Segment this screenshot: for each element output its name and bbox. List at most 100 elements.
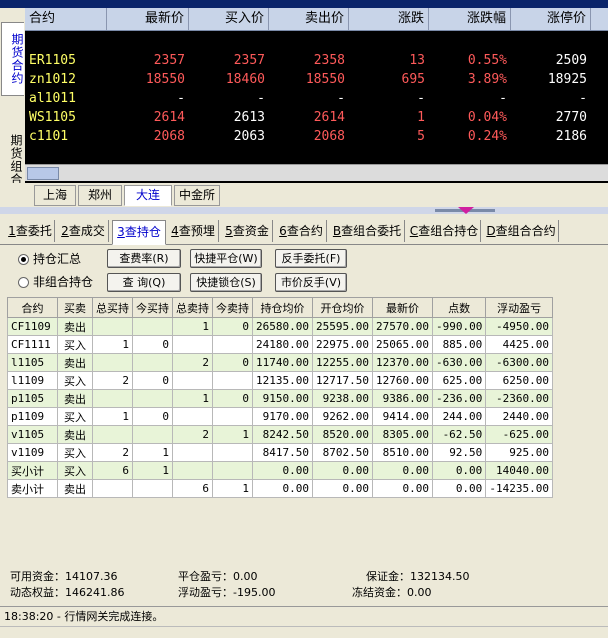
cell-total-short <box>172 407 213 426</box>
cell-side: 卖出 <box>57 425 93 444</box>
radio-label: 非组合持仓 <box>33 275 94 289</box>
header-change-pct[interactable]: 涨跌幅 <box>429 8 511 30</box>
cell-today-long: 0 <box>132 335 173 354</box>
tab-query-orders[interactable]: 1查委托 <box>6 220 55 242</box>
quick-close-button[interactable]: 快捷平仓(W) <box>190 249 262 268</box>
cell-today-long <box>132 353 173 372</box>
cell-total-long: 6 <box>92 461 133 480</box>
tab-exchange-cffex[interactable]: 中金所 <box>174 185 220 206</box>
cell-points: -62.50 <box>431 425 487 444</box>
quick-lock-button[interactable]: 快捷锁仓(S) <box>190 273 262 292</box>
header-today-long[interactable]: 今买持 <box>132 297 173 318</box>
cell-total-long <box>92 353 133 372</box>
tab-query-positions[interactable]: 3查持仓 <box>112 220 166 245</box>
cell-open-avg: 9262.00 <box>311 407 373 426</box>
account-summary: 可用资金：14107.36 平仓盈亏：0.00 保证金：132134.50 动态… <box>0 566 608 604</box>
tab-query-contracts[interactable]: 6查合约 <box>276 220 327 242</box>
quote-ask: 18550 <box>305 72 345 87</box>
table-row[interactable]: CF1111 买入 1 0 24180.00 22975.00 25065.00 885.00… <box>7 335 553 354</box>
tab-exchange-dalian[interactable]: 大连 <box>124 185 172 206</box>
quote-row[interactable]: al1011 - - - - - - <box>25 89 608 108</box>
quote-ask: - <box>337 91 345 106</box>
cell-last-price: 0.00 <box>371 479 433 498</box>
table-row[interactable]: 卖小计 卖出 6 1 0.00 0.00 0.00 0.00 -14235.00 <box>7 479 553 498</box>
cell-last-price: 9414.00 <box>371 407 433 426</box>
header-change[interactable]: 涨跌 <box>349 8 429 30</box>
quote-limit-up: 2770 <box>555 110 587 125</box>
cell-today-short: 0 <box>212 317 253 336</box>
exchange-tab-bar: 上海 郑州 大连 中金所 <box>0 183 608 208</box>
table-row[interactable]: v1105 卖出 2 1 8242.50 8520.00 8305.00 -62.50 -625… <box>7 425 553 444</box>
radio-position-summary[interactable]: 持仓汇总 <box>18 250 81 268</box>
quote-limit-up: 2186 <box>555 129 587 144</box>
cell-open-avg: 9238.00 <box>311 389 373 408</box>
scrollbar-thumb[interactable] <box>27 167 59 180</box>
table-row[interactable]: 买小计 买入 6 1 0.00 0.00 0.00 0.00 14040.00 <box>7 461 553 480</box>
quote-row[interactable]: zn1012 18550 18460 18550 695 3.89% 18925 <box>25 70 608 89</box>
header-last-price[interactable]: 最新价 <box>371 297 433 318</box>
header-contract[interactable]: 合约 <box>7 297 58 318</box>
header-open-avg[interactable]: 开仓均价 <box>311 297 373 318</box>
quote-change: 13 <box>409 53 425 68</box>
panel-splitter[interactable] <box>0 207 608 214</box>
reverse-order-button[interactable]: 反手委托(F) <box>275 249 347 268</box>
cell-side: 卖出 <box>57 317 93 336</box>
header-limit-up[interactable]: 涨停价 <box>511 8 591 30</box>
cell-contract: p1109 <box>7 407 58 426</box>
cell-today-short <box>212 443 253 462</box>
table-row[interactable]: l1109 买入 2 0 12135.00 12717.50 12760.00 625.00 6… <box>7 371 553 390</box>
tab-key: 6 <box>279 224 287 238</box>
collapse-arrow-icon[interactable] <box>458 207 474 214</box>
tab-query-combo-contracts[interactable]: D查组合合约 <box>484 220 559 242</box>
header-bid[interactable]: 买入价 <box>189 8 269 30</box>
quote-row[interactable]: WS1105 2614 2613 2614 1 0.04% 2770 <box>25 108 608 127</box>
table-row[interactable]: CF1109 卖出 1 0 26580.00 25595.00 27570.00 -990.0… <box>7 317 553 336</box>
tab-label: 查合约 <box>286 224 323 238</box>
header-today-short[interactable]: 今卖持 <box>212 297 253 318</box>
header-total-short[interactable]: 总卖持 <box>172 297 213 318</box>
table-row[interactable]: l1105 卖出 2 0 11740.00 12255.00 12370.00 -630.00… <box>7 353 553 372</box>
cell-float-pl: 2440.00 <box>485 407 553 426</box>
tab-futures-combos[interactable]: 期货组合 <box>1 130 23 190</box>
cell-side: 买入 <box>57 335 93 354</box>
cell-today-long: 0 <box>132 407 173 426</box>
tab-label: 查资金 <box>232 224 269 238</box>
cell-position-avg: 0.00 <box>252 461 313 480</box>
cell-total-short <box>172 371 213 390</box>
tab-query-preset[interactable]: 4查预埋 <box>168 220 219 242</box>
table-row[interactable]: p1109 买入 1 0 9170.00 9262.00 9414.00 244.00 2440… <box>7 407 553 426</box>
query-fee-button[interactable]: 查费率(R) <box>107 249 181 268</box>
cell-position-avg: 11740.00 <box>252 353 313 372</box>
cell-last-price: 8510.00 <box>371 443 433 462</box>
header-last[interactable]: 最新价 <box>107 8 189 30</box>
cell-total-long <box>92 317 133 336</box>
quote-row[interactable]: ER1105 2357 2357 2358 13 0.55% 2509 <box>25 51 608 70</box>
header-position-avg[interactable]: 持仓均价 <box>252 297 313 318</box>
tab-query-combo-positions[interactable]: C查组合持仓 <box>408 220 481 242</box>
radio-non-combo-positions[interactable]: 非组合持仓 <box>18 273 93 291</box>
tab-query-trades[interactable]: 2查成交 <box>58 220 109 242</box>
market-reverse-button[interactable]: 市价反手(V) <box>275 273 347 292</box>
tab-query-combo-orders[interactable]: B查组合委托 <box>330 220 405 242</box>
query-button[interactable]: 查 询(Q) <box>107 273 181 292</box>
horizontal-scrollbar[interactable] <box>25 164 608 181</box>
quote-row[interactable]: c1101 2068 2063 2068 5 0.24% 2186 <box>25 127 608 146</box>
header-float-pl[interactable]: 浮动盈亏 <box>485 297 553 318</box>
tab-query-funds[interactable]: 5查资金 <box>222 220 273 242</box>
cell-total-long: 1 <box>92 407 133 426</box>
header-contract[interactable]: 合约 <box>25 8 107 30</box>
tab-key: 3 <box>117 225 125 239</box>
header-side[interactable]: 买卖 <box>57 297 93 318</box>
header-ask[interactable]: 卖出价 <box>269 8 349 30</box>
cell-contract: v1105 <box>7 425 58 444</box>
tab-exchange-zhengzhou[interactable]: 郑州 <box>78 185 122 206</box>
cell-float-pl: 14040.00 <box>485 461 553 480</box>
table-row[interactable]: v1109 买入 2 1 8417.50 8702.50 8510.00 92.50 925.0… <box>7 443 553 462</box>
tab-exchange-shanghai[interactable]: 上海 <box>34 185 76 206</box>
header-total-long[interactable]: 总买持 <box>92 297 133 318</box>
header-points[interactable]: 点数 <box>431 297 487 318</box>
table-row[interactable]: p1105 卖出 1 0 9150.00 9238.00 9386.00 -236.00 -23… <box>7 389 553 408</box>
tab-futures-contracts[interactable]: 期货合约 <box>1 22 24 96</box>
cell-total-long: 1 <box>92 335 133 354</box>
quote-bid: 2357 <box>233 53 265 68</box>
